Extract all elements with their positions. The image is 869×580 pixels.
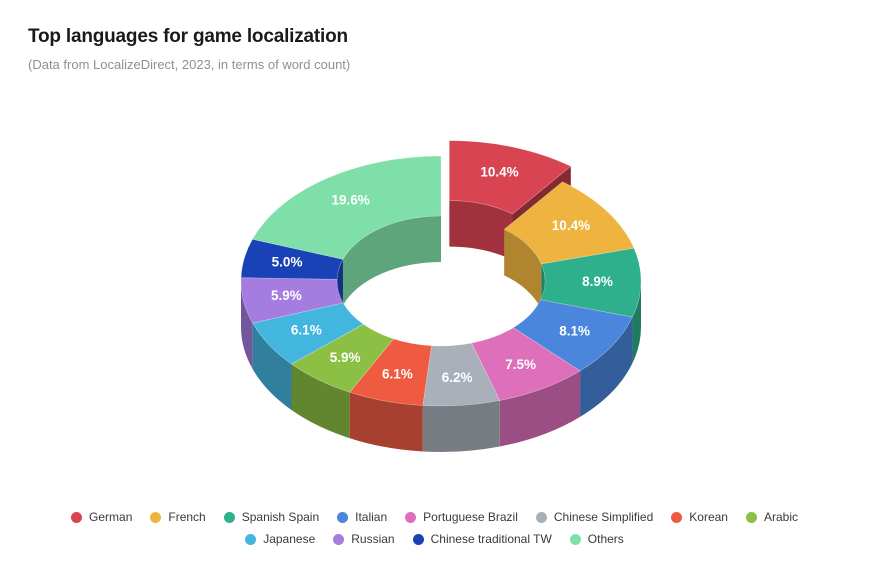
page-title: Top languages for game localization [28, 26, 348, 47]
legend-item[interactable]: Others [569, 532, 624, 546]
legend-color-swatch-icon [150, 511, 162, 523]
legend-color-swatch-icon [245, 533, 257, 545]
legend-item-label: Korean [689, 510, 728, 524]
chart-plot-area: 10.4% 10.4% 8.9% 8.1% 7.5% 6.2% 6.1% 5.9% 6.1% 5.… [0, 86, 869, 486]
pie-chart-figure: Top languages for game localization (Dat… [0, 0, 869, 580]
legend-color-swatch-icon [223, 511, 235, 523]
legend-item[interactable]: Spanish Spain [223, 510, 320, 524]
chart-legend: German French Spanish Spain Italian Portugue… [0, 506, 869, 550]
legend-color-swatch-icon [569, 533, 581, 545]
legend-item-label: Arabic [763, 510, 798, 524]
legend-color-swatch-icon [405, 511, 417, 523]
legend-item-label: Chinese Simplified [553, 510, 654, 524]
legend-item[interactable]: Korean [671, 510, 728, 524]
legend-item[interactable]: Italian [337, 510, 387, 524]
legend-item[interactable]: Japanese [245, 532, 315, 546]
legend-item-label: French [168, 510, 206, 524]
chart-subtitle: (Data from LocalizeDirect, 2023, in term… [28, 57, 351, 72]
legend-item-label: Chinese traditional TW [430, 532, 552, 546]
legend-item-label: Italian [355, 510, 388, 524]
legend-color-swatch-icon [412, 533, 424, 545]
donut-chart-svg: 10.4%10.4%8.9%8.1%7.5%6.2%6.1%5.9%6.1%5.… [240, 140, 642, 452]
legend-color-swatch-icon [671, 511, 683, 523]
legend-item-label: German [89, 510, 133, 524]
legend-row-2: Japanese Russian Chinese traditional TW Oth… [0, 528, 869, 550]
chart-header: Top languages for game localization (Dat… [28, 26, 828, 73]
legend-item-label: Russian [351, 532, 395, 546]
legend-item-label: Japanese [263, 532, 316, 546]
legend-color-swatch-icon [71, 511, 83, 523]
legend-item[interactable]: Portuguese Brazil [405, 510, 518, 524]
legend-row-1: German French Spanish Spain Italian Portugue… [0, 506, 869, 528]
legend-item-label: Spanish Spain [241, 510, 320, 524]
legend-item[interactable]: Chinese traditional TW [412, 532, 552, 546]
legend-item[interactable]: Russian [333, 532, 395, 546]
legend-color-swatch-icon [745, 511, 757, 523]
legend-color-swatch-icon [337, 511, 349, 523]
legend-item[interactable]: German [71, 510, 132, 524]
slice-outer-wall [422, 400, 500, 452]
donut-top-faces [240, 140, 642, 407]
legend-color-swatch-icon [535, 511, 547, 523]
legend-item[interactable]: Chinese Simplified [535, 510, 654, 524]
legend-item-label: Others [587, 532, 624, 546]
legend-item[interactable]: French [150, 510, 206, 524]
legend-item[interactable]: Arabic [745, 510, 798, 524]
legend-item-label: Portuguese Brazil [423, 510, 518, 524]
legend-color-swatch-icon [333, 533, 345, 545]
